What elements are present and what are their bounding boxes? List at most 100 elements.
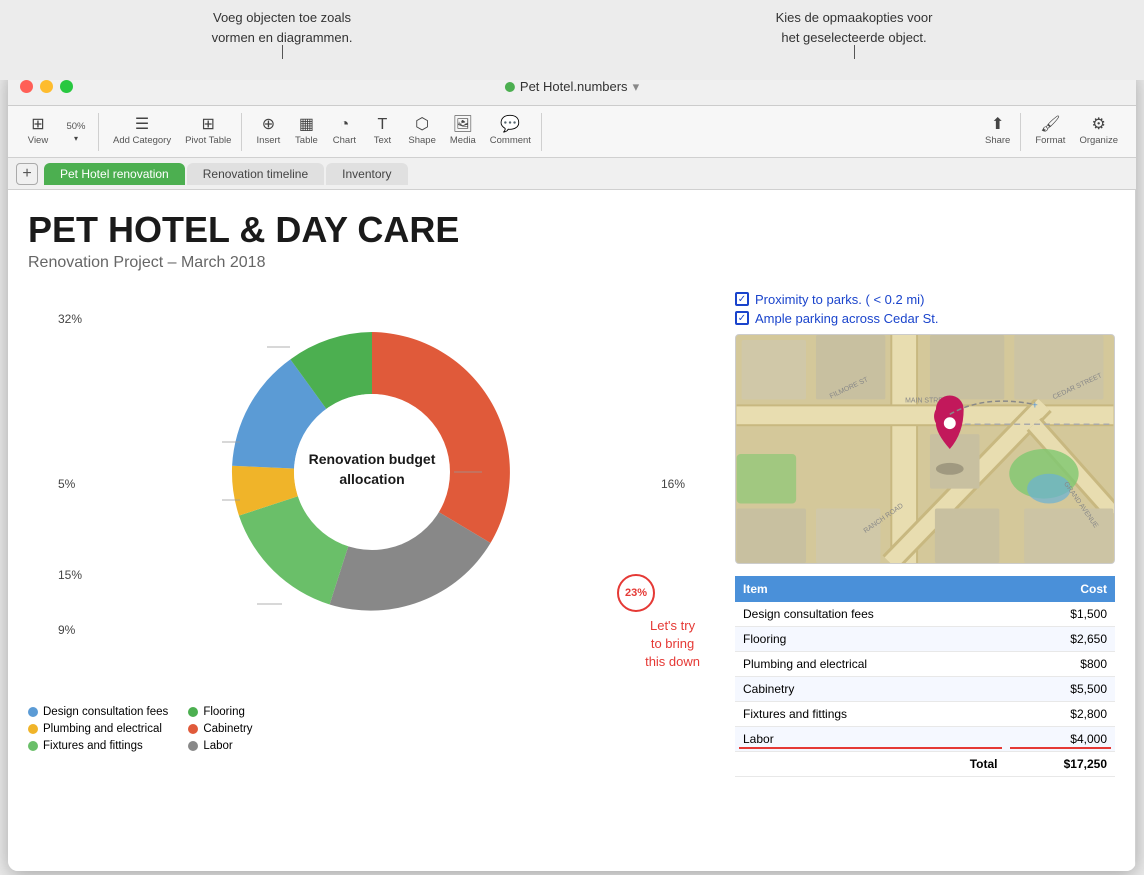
cell-cost: $5,500 <box>1006 676 1115 701</box>
cell-cost: $2,650 <box>1006 626 1115 651</box>
toolbar-group-share: ⬆ Share <box>975 113 1021 151</box>
zoom-chevron-icon: ▾ <box>74 134 78 143</box>
toolbar-group-format: 🖌 Format ⚙ Organize <box>1025 113 1128 151</box>
sheet: PET HOTEL & DAY CARE Renovation Project … <box>8 190 1135 871</box>
window-controls <box>8 80 73 93</box>
pivot-table-icon: ⊞ <box>202 117 215 133</box>
cell-cost: $4,000 <box>1006 726 1115 751</box>
maximize-button[interactable] <box>60 80 73 93</box>
insert-button[interactable]: ⊕ Insert <box>250 114 286 149</box>
add-category-icon: ☰ <box>135 117 149 133</box>
tab-pet-hotel-renovation[interactable]: Pet Hotel renovation <box>44 163 185 185</box>
close-button[interactable] <box>20 80 33 93</box>
total-value: $17,250 <box>1006 751 1115 776</box>
donut-segments: Renovation budget allocation <box>231 332 509 611</box>
tooltip-left: Voeg objecten toe zoals vormen en diagra… <box>212 8 353 47</box>
chart-label-15: 15% <box>58 568 82 582</box>
map-svg: FILMORE ST MAIN STREET CEDAR STREET RANC… <box>736 335 1114 563</box>
right-sidebar <box>1135 190 1136 871</box>
annotation-text: Let's try to bring this down <box>645 617 700 672</box>
share-icon: ⬆ <box>991 117 1004 133</box>
add-tab-button[interactable]: + <box>16 163 38 185</box>
table-row: Design consultation fees$1,500 <box>735 602 1115 627</box>
chart-label-16: 16% <box>661 477 685 491</box>
text-icon: T <box>378 117 388 133</box>
legend-item-fixtures: Fixtures and fittings <box>28 740 168 752</box>
tab-inventory[interactable]: Inventory <box>326 163 407 185</box>
shape-icon: ⬡ <box>415 117 429 133</box>
legend-dot-plumbing <box>28 724 38 734</box>
media-icon: 🖼 <box>453 117 473 133</box>
cell-item: Plumbing and electrical <box>735 651 1006 676</box>
legend-dot-flooring <box>188 707 198 717</box>
left-panel: 32% 5% 15% 9% 16% <box>28 292 715 777</box>
main-layout: 32% 5% 15% 9% 16% <box>28 292 1115 777</box>
cell-item: Flooring <box>735 626 1006 651</box>
view-button[interactable]: ⊞ View <box>20 114 56 149</box>
data-table: Item Cost Design consultation fees$1,500… <box>735 576 1115 777</box>
col-header-cost: Cost <box>1006 576 1115 602</box>
media-button[interactable]: 🖼 Media <box>444 114 482 149</box>
text-button[interactable]: T Text <box>364 114 400 149</box>
circled-23-annotation: 23% <box>617 574 655 612</box>
table-row: Plumbing and electrical$800 <box>735 651 1115 676</box>
comment-button[interactable]: 💬 Comment <box>484 114 537 149</box>
checklist: ✓ Proximity to parks. ( < 0.2 mi) ✓ Ampl… <box>735 292 1115 326</box>
insert-icon: ⊕ <box>262 117 275 133</box>
circled-percent: 23% <box>617 574 655 612</box>
legend-dot-fixtures <box>28 741 38 751</box>
sheet-subtitle: Renovation Project – March 2018 <box>28 254 1115 272</box>
title-chevron-icon[interactable]: ▾ <box>633 79 640 95</box>
chart-container: 32% 5% 15% 9% 16% <box>28 292 715 692</box>
legend-item-flooring: Flooring <box>188 706 252 718</box>
chart-button[interactable]: ◔ Chart <box>326 114 362 149</box>
shape-button[interactable]: ⬡ Shape <box>402 114 441 149</box>
chart-label-5: 5% <box>58 477 75 491</box>
svg-text:+: + <box>1032 400 1038 411</box>
cell-cost: $2,800 <box>1006 701 1115 726</box>
cell-item: Fixtures and fittings <box>735 701 1006 726</box>
chart-label-9: 9% <box>58 623 75 637</box>
table-button[interactable]: ▦ Table <box>288 114 324 149</box>
format-button[interactable]: 🖌 Format <box>1029 114 1071 149</box>
map-container[interactable]: FILMORE ST MAIN STREET CEDAR STREET RANC… <box>735 334 1115 564</box>
donut-chart-svg[interactable]: Renovation budget allocation <box>172 292 572 652</box>
checkbox-1[interactable]: ✓ <box>735 292 749 306</box>
toolbar-group-view: ⊞ View 50% ▾ <box>16 113 99 151</box>
legend-item-plumbing: Plumbing and electrical <box>28 723 168 735</box>
organize-icon: ⚙ <box>1092 117 1106 133</box>
comment-icon: 💬 <box>500 117 520 133</box>
checkbox-2[interactable]: ✓ <box>735 311 749 325</box>
legend-item-cabinetry: Cabinetry <box>188 723 252 735</box>
zoom-button[interactable]: 50% ▾ <box>58 118 94 146</box>
cell-cost: $800 <box>1006 651 1115 676</box>
share-button[interactable]: ⬆ Share <box>979 114 1016 149</box>
format-icon: 🖌 <box>1040 117 1060 133</box>
cell-item: Cabinetry <box>735 676 1006 701</box>
window-title: Pet Hotel.numbers ▾ <box>505 79 639 95</box>
legend-item-design: Design consultation fees <box>28 706 168 718</box>
cell-item: Labor <box>735 726 1006 751</box>
chart-legend: Design consultation fees Plumbing and el… <box>28 706 715 752</box>
chart-icon: ◔ <box>340 117 350 133</box>
table-total-row: Total $17,250 <box>735 751 1115 776</box>
tooltip-right: Kies de opmaakopties voor het geselectee… <box>776 8 933 47</box>
toolbar-group-category: ☰ Add Category ⊞ Pivot Table <box>103 113 242 151</box>
tooltip-area: Voeg objecten toe zoals vormen en diagra… <box>0 0 1144 80</box>
pivot-table-button[interactable]: ⊞ Pivot Table <box>179 114 237 149</box>
minimize-button[interactable] <box>40 80 53 93</box>
organize-button[interactable]: ⚙ Organize <box>1073 114 1124 149</box>
table-row: Cabinetry$5,500 <box>735 676 1115 701</box>
content-area: PET HOTEL & DAY CARE Renovation Project … <box>8 190 1136 871</box>
toolbar-group-insert: ⊕ Insert ▦ Table ◔ Chart T Text ⬡ Shape … <box>246 113 542 151</box>
add-category-button[interactable]: ☰ Add Category <box>107 114 177 149</box>
legend-item-labor: Labor <box>188 740 252 752</box>
legend-dot-labor <box>188 741 198 751</box>
tab-renovation-timeline[interactable]: Renovation timeline <box>187 163 324 185</box>
col-header-item: Item <box>735 576 1006 602</box>
table-header-row: Item Cost <box>735 576 1115 602</box>
chart-center-title: Renovation budget <box>308 451 435 467</box>
table-row: Fixtures and fittings$2,800 <box>735 701 1115 726</box>
cell-item: Design consultation fees <box>735 602 1006 627</box>
file-icon <box>505 82 515 92</box>
